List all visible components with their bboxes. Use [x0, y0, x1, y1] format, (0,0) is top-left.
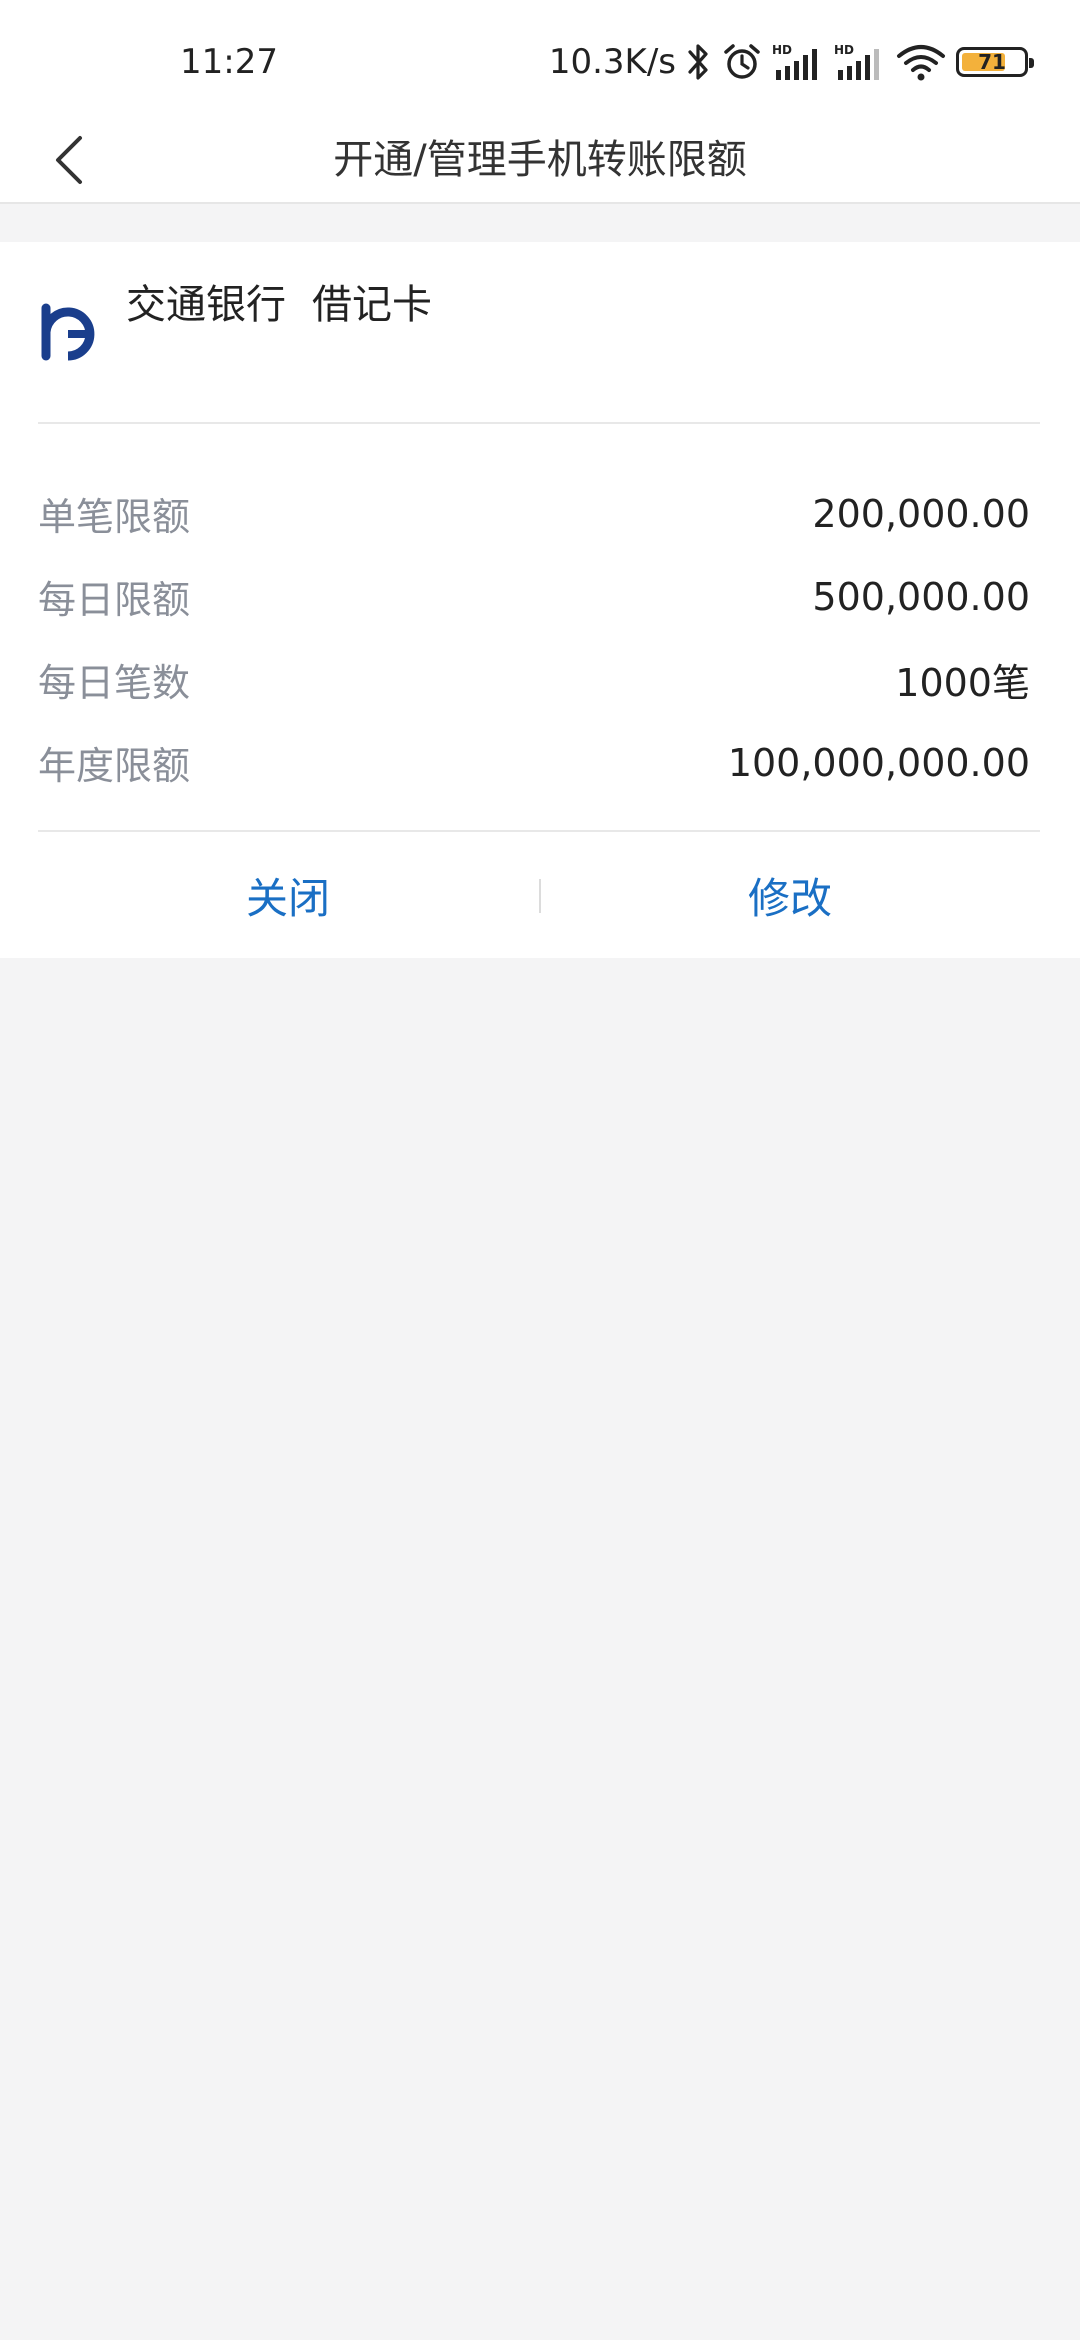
network-speed: 10.3K/s [548, 42, 676, 82]
row-value: 200,000.00 [812, 491, 1030, 536]
svg-text:HD: HD [834, 43, 854, 57]
status-time: 11:27 [180, 42, 278, 82]
limit-row-daily-count: 每日笔数 1000笔 [38, 638, 1030, 721]
row-value: 1000笔 [895, 661, 1030, 705]
navigation-bar: 开通/管理手机转账限额 [0, 118, 1080, 204]
row-label: 单笔限额 [38, 495, 191, 539]
row-label: 年度限额 [38, 744, 191, 788]
row-label: 每日限额 [38, 578, 191, 622]
limit-row-daily: 每日限额 500,000.00 [38, 555, 1030, 638]
row-value: 100,000,000.00 [727, 740, 1030, 785]
wifi-icon [896, 42, 946, 82]
bank-logo-icon [41, 303, 95, 361]
signal-hd-icon: HD [834, 42, 886, 82]
close-button[interactable]: 关闭 [38, 832, 538, 958]
battery-level: 71 [978, 50, 1006, 74]
alarm-icon [722, 42, 762, 82]
signal-hd-icon: HD [772, 42, 824, 82]
bank-name-text: 交通银行 [126, 282, 286, 328]
svg-text:HD: HD [772, 43, 792, 57]
modify-button[interactable]: 修改 [540, 832, 1040, 958]
card-header: 交通银行 借记卡 [38, 242, 1040, 424]
limit-row-annual: 年度限额 100,000,000.00 [38, 721, 1030, 804]
status-icons: 10.3K/s HD HD 71 [548, 38, 1034, 86]
card-actions: 关闭 修改 [38, 830, 1040, 960]
row-label: 每日笔数 [38, 661, 191, 705]
limit-list: 单笔限额 200,000.00 每日限额 500,000.00 每日笔数 100… [38, 472, 1030, 804]
limit-card: 交通银行 借记卡 单笔限额 200,000.00 每日限额 500,000.00 … [0, 242, 1080, 958]
card-type: 借记卡 [312, 282, 432, 328]
bank-name: 交通银行 借记卡 [126, 278, 432, 332]
limit-row-single: 单笔限额 200,000.00 [38, 472, 1030, 555]
page-title: 开通/管理手机转账限额 [333, 137, 747, 183]
bluetooth-icon [686, 42, 712, 82]
status-bar: 11:27 10.3K/s HD HD 71 [0, 0, 1080, 118]
battery-icon: 71 [956, 47, 1034, 77]
row-value: 500,000.00 [812, 574, 1030, 619]
